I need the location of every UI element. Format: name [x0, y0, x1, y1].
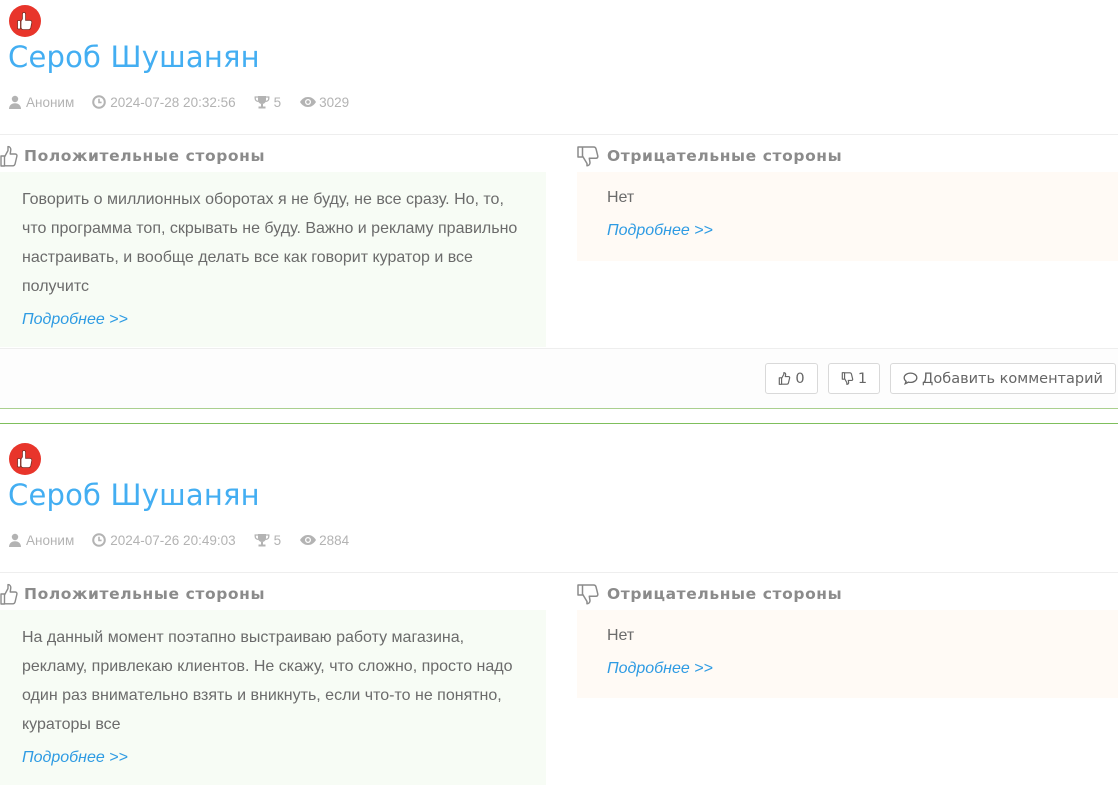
thumb-up-badge-icon [9, 443, 41, 475]
positive-heading: Положительные стороны [0, 145, 265, 167]
meta-rating: 5 [254, 94, 282, 110]
clock-icon [92, 95, 107, 109]
divider [0, 409, 1118, 424]
negative-box: Нет Подробнее >> [577, 172, 1118, 261]
thumbs-down-outline-icon [577, 584, 599, 605]
meta-date: 2024-07-26 20:49:03 [92, 532, 236, 548]
review-card: Сероб Шушанян Аноним 2024-07-26 20:49:03… [0, 438, 1118, 785]
negative-heading: Отрицательные стороны [577, 583, 842, 605]
meta-datetime: 2024-07-26 20:49:03 [110, 532, 236, 548]
comment-icon [903, 372, 918, 385]
positive-text: Говорить о миллионных оборотах я не буду… [22, 191, 518, 295]
positive-heading: Положительные стороны [0, 583, 265, 605]
positive-text: На данный момент поэтапно выстраиваю раб… [22, 629, 513, 733]
negative-box: Нет Подробнее >> [577, 610, 1118, 698]
trophy-icon [254, 96, 270, 109]
clock-icon [92, 533, 107, 547]
user-icon [9, 95, 21, 109]
meta-views-value: 2884 [319, 532, 350, 548]
like-count: 0 [795, 370, 805, 387]
positive-heading-label: Положительные стороны [24, 147, 266, 165]
negative-text: Нет [607, 627, 635, 644]
thumb-up-badge-icon [9, 5, 41, 37]
trophy-icon [254, 534, 270, 547]
negative-more-link[interactable]: Подробнее >> [607, 660, 713, 678]
negative-text: Нет [607, 189, 635, 206]
meta-views: 3029 [299, 95, 349, 110]
thumbs-up-outline-icon [0, 145, 18, 167]
meta-datetime: 2024-07-28 20:32:56 [110, 94, 236, 110]
review-meta: Аноним 2024-07-26 20:49:03 5 2884 [8, 531, 367, 549]
meta-rating: 5 [254, 532, 282, 548]
user-icon [9, 533, 21, 547]
meta-rating-value: 5 [273, 532, 282, 548]
review-title: Сероб Шушанян [8, 478, 260, 512]
add-comment-label: Добавить комментарий [922, 370, 1103, 387]
meta-user: Аноним [8, 95, 74, 110]
positive-more-link[interactable]: Подробнее >> [22, 749, 128, 767]
meta-user: Аноним [8, 533, 74, 548]
dislike-count: 1 [857, 370, 868, 387]
negative-heading: Отрицательные стороны [577, 145, 842, 167]
thumbs-up-outline-icon [0, 583, 18, 605]
review-meta: Аноним 2024-07-28 20:32:56 5 3029 [8, 93, 367, 111]
review-card: Сероб Шушанян Аноним 2024-07-28 20:32:56… [0, 0, 1118, 424]
positive-more-link[interactable]: Подробнее >> [22, 311, 128, 329]
review-separator [0, 423, 1118, 424]
eye-icon [300, 97, 317, 107]
thumbs-down-outline-icon [841, 372, 854, 385]
meta-views-value: 3029 [319, 94, 350, 110]
meta-views: 2884 [299, 533, 349, 548]
negative-heading-label: Отрицательные стороны [607, 585, 843, 603]
divider [0, 134, 1118, 135]
meta-rating-value: 5 [273, 94, 282, 110]
meta-date: 2024-07-28 20:32:56 [92, 94, 236, 110]
positive-box: Говорить о миллионных оборотах я не буду… [0, 172, 546, 347]
add-comment-button[interactable]: Добавить комментарий [890, 363, 1116, 394]
meta-user-name: Аноним [26, 94, 75, 110]
positive-box: На данный момент поэтапно выстраиваю раб… [0, 610, 546, 785]
like-button[interactable]: 0 [765, 363, 818, 394]
review-title: Сероб Шушанян [8, 40, 260, 74]
positive-heading-label: Положительные стороны [24, 585, 266, 603]
negative-more-link[interactable]: Подробнее >> [607, 222, 713, 240]
dislike-button[interactable]: 1 [828, 363, 880, 394]
thumbs-up-outline-icon [779, 372, 791, 385]
divider [0, 572, 1118, 573]
eye-icon [300, 535, 317, 545]
negative-heading-label: Отрицательные стороны [607, 147, 843, 165]
meta-user-name: Аноним [26, 532, 75, 548]
thumbs-down-outline-icon [577, 146, 599, 167]
